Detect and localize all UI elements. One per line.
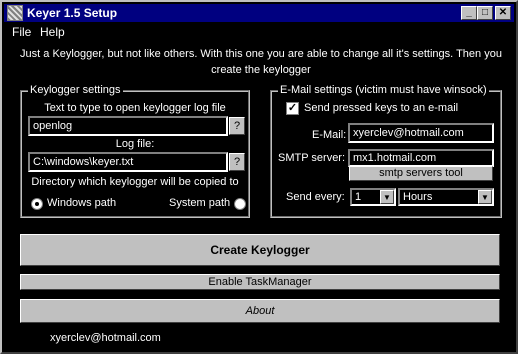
menu-help[interactable]: Help xyxy=(40,25,65,39)
about-button[interactable]: About xyxy=(20,299,500,323)
window-title: Keyer 1.5 Setup xyxy=(27,6,118,20)
open-text-help-button[interactable]: ? xyxy=(229,117,245,135)
send-keys-checkbox[interactable]: ✓ xyxy=(286,102,299,115)
send-every-unit-select[interactable]: Hours ▼ xyxy=(398,188,494,206)
maximize-button[interactable]: □ xyxy=(477,6,493,20)
send-keys-label: Send pressed keys to an e-mail xyxy=(304,102,459,114)
menu-bar: File Help xyxy=(4,22,514,41)
send-every-number-select[interactable]: 1 ▼ xyxy=(350,188,396,206)
email-label: E-Mail: xyxy=(312,129,347,141)
intro-line-1: Just a Keylogger, but not like others. W… xyxy=(20,48,502,60)
windows-path-radio[interactable] xyxy=(31,198,43,210)
email-settings-group: E-Mail settings (victim must have winsoc… xyxy=(270,84,502,218)
title-bar[interactable]: Keyer 1.5 Setup _ □ ✕ xyxy=(4,4,514,22)
logfile-label: Log file: xyxy=(115,138,155,150)
keylogger-settings-group: Keylogger settings Text to type to open … xyxy=(20,84,250,218)
email-settings-title: E-Mail settings (victim must have winsoc… xyxy=(278,84,489,96)
enable-taskmanager-button[interactable]: Enable TaskManager xyxy=(20,274,500,290)
send-every-number-value: 1 xyxy=(355,191,362,203)
app-icon xyxy=(7,5,23,21)
setup-window: Keyer 1.5 Setup _ □ ✕ File Help Just a K… xyxy=(0,0,518,354)
windows-path-label: Windows path xyxy=(47,197,117,209)
chevron-down-icon[interactable]: ▼ xyxy=(478,190,492,204)
keylogger-settings-title: Keylogger settings xyxy=(28,84,123,96)
email-input[interactable]: xyerclev@hotmail.com xyxy=(348,123,494,143)
send-every-label: Send every: xyxy=(286,191,345,203)
smtp-input[interactable]: mx1.hotmail.com xyxy=(348,149,494,167)
intro-text: Just a Keylogger, but not like others. W… xyxy=(16,46,506,78)
logfile-help-button[interactable]: ? xyxy=(229,153,245,171)
system-path-radio[interactable] xyxy=(234,198,246,210)
close-button[interactable]: ✕ xyxy=(495,6,511,20)
logfile-input[interactable]: C:\windows\keyer.txt xyxy=(28,152,228,172)
create-keylogger-button[interactable]: Create Keylogger xyxy=(20,234,500,266)
send-every-unit-value: Hours xyxy=(403,191,433,203)
smtp-servers-tool-button[interactable]: smtp servers tool xyxy=(349,166,493,181)
minimize-button[interactable]: _ xyxy=(461,6,477,20)
open-text-input[interactable]: openlog xyxy=(28,116,228,136)
directory-label: Directory which keylogger will be copied… xyxy=(31,176,239,188)
chevron-down-icon[interactable]: ▼ xyxy=(380,190,394,204)
author-email: xyerclev@hotmail.com xyxy=(50,332,161,344)
intro-line-2: create the keylogger xyxy=(211,64,311,76)
smtp-label: SMTP server: xyxy=(278,152,346,164)
menu-file[interactable]: File xyxy=(12,25,31,39)
open-text-label: Text to type to open keylogger log file xyxy=(44,102,226,114)
system-path-label: System path xyxy=(169,197,231,209)
